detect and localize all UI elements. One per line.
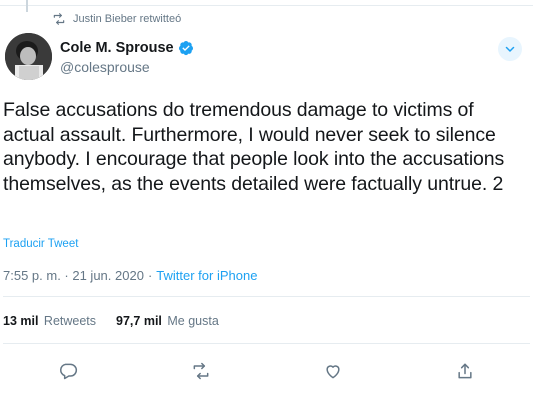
tweet-text: False accusations do tremendous damage t… xyxy=(3,99,505,195)
retweet-icon xyxy=(193,362,209,380)
metadata-separator: · xyxy=(147,268,153,283)
divider xyxy=(3,343,530,344)
retweets-label: Retweets xyxy=(43,314,97,328)
tweet-source-link[interactable]: Twitter for iPhone xyxy=(156,268,257,283)
reply-button[interactable] xyxy=(55,358,81,384)
likes-count: 97,7 mil xyxy=(116,314,162,328)
retweet-button[interactable] xyxy=(188,358,214,384)
divider xyxy=(3,296,530,297)
retweet-context[interactable]: Justin Bieber retwitteó xyxy=(52,11,181,27)
author-handle[interactable]: @colesprouse xyxy=(60,59,194,75)
more-options-button[interactable] xyxy=(498,37,522,61)
thread-connector-line xyxy=(26,0,28,12)
tweet-timestamp[interactable]: 7:55 p. m. · 21 jun. 2020 xyxy=(3,268,144,283)
tweet-header: Cole M. Sprouse @colesprouse xyxy=(5,33,528,85)
likes-stat[interactable]: 97,7 mil Me gusta xyxy=(116,314,219,328)
translate-tweet-link[interactable]: Traducir Tweet xyxy=(3,238,78,250)
retweets-count: 13 mil xyxy=(3,314,39,328)
tweet-stats: 13 mil Retweets 97,7 mil Me gusta xyxy=(3,314,219,328)
reply-icon xyxy=(60,363,78,380)
share-button[interactable] xyxy=(452,358,478,384)
tweet-metadata: 7:55 p. m. · 21 jun. 2020 · Twitter for … xyxy=(3,268,257,283)
retweet-icon xyxy=(53,13,65,25)
like-icon xyxy=(326,365,340,379)
avatar[interactable] xyxy=(5,33,52,80)
likes-label: Me gusta xyxy=(167,314,219,328)
share-icon xyxy=(458,363,472,379)
retweet-context-label: Justin Bieber retwitteó xyxy=(73,13,182,25)
chevron-down-icon xyxy=(505,46,515,52)
tweet-actions xyxy=(0,354,533,384)
top-border xyxy=(0,0,533,6)
author-display-name[interactable]: Cole M. Sprouse xyxy=(60,40,174,56)
retweets-stat[interactable]: 13 mil Retweets xyxy=(3,314,96,328)
like-button[interactable] xyxy=(320,358,346,384)
verified-badge-icon xyxy=(178,41,193,56)
